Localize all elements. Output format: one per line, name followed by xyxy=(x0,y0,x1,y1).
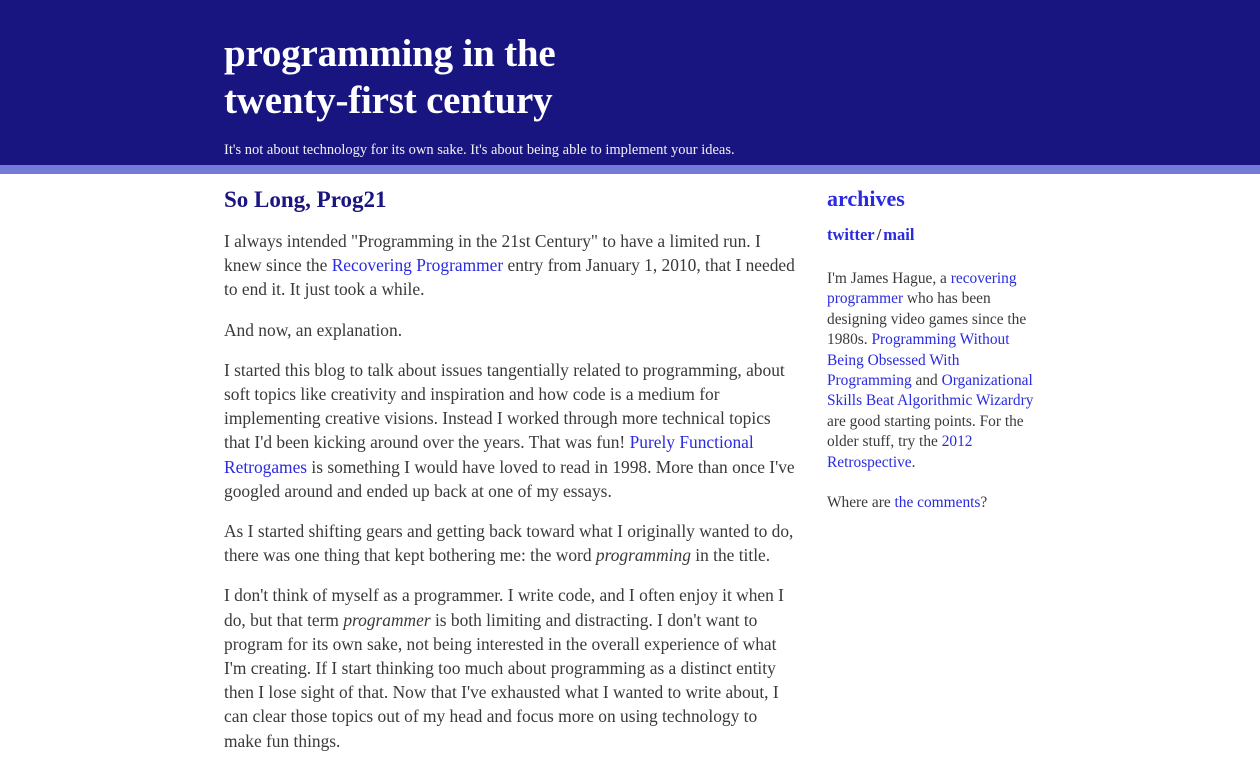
link-archives[interactable]: archives xyxy=(827,186,905,211)
article-paragraph-2: And now, an explanation. xyxy=(224,319,403,340)
link-the-comments[interactable]: the comments xyxy=(895,494,981,511)
emphasis-programmer: programmer xyxy=(343,609,431,630)
site-title-line-1: programming in the xyxy=(224,32,556,75)
paragraph-5-text-b: is both limiting and distracting. I don'… xyxy=(224,609,779,751)
sidebar-bio: I'm James Hague, a recovering programmer… xyxy=(827,269,1037,473)
emphasis-programming: programming xyxy=(595,545,691,566)
article-paragraph-5: I don't think of myself as a programmer.… xyxy=(224,583,796,752)
article-paragraph-4: As I started shifting gears and getting … xyxy=(224,519,796,567)
link-mail[interactable]: mail xyxy=(883,225,914,244)
bio-text-e: . xyxy=(911,453,916,471)
bio-text-c: and xyxy=(911,372,942,390)
link-twitter[interactable]: twitter xyxy=(827,225,875,244)
paragraph-4-text-b: in the title. xyxy=(690,545,771,566)
comments-text-a: Where are xyxy=(827,494,895,512)
site-tagline: It's not about technology for its own sa… xyxy=(224,142,735,158)
sidebar-column: archives twitter / mail I'm James Hague, a… xyxy=(827,187,1037,527)
article-paragraph-1: I always intended "Programming in the 21… xyxy=(224,229,796,302)
site-title-line-2: twenty-first century xyxy=(224,79,553,122)
link-recovering-programmer[interactable]: Recovering Programmer xyxy=(332,255,503,275)
sidebar-comments-note: Where are the comments? xyxy=(827,493,1037,513)
page-title: So Long, Prog21 xyxy=(224,187,387,212)
site-header: programming in the twenty-first century … xyxy=(0,0,1260,165)
site-title: programming in the twenty-first century xyxy=(224,30,644,124)
article-paragraph-3: I started this blog to talk about issues… xyxy=(224,358,796,503)
header-accent-band xyxy=(0,165,1260,174)
sidebar-social-links: twitter / mail xyxy=(827,225,1037,245)
link-separator: / xyxy=(876,225,882,244)
bio-text-a: I'm James Hague, a xyxy=(827,270,951,287)
paragraph-3-text-b: is something I would have loved to read … xyxy=(224,456,795,501)
article-column: So Long, Prog21 I always intended "Progr… xyxy=(224,187,796,769)
bio-text-d: are good starting points. For the older … xyxy=(827,412,1024,451)
comments-text-b: ? xyxy=(980,494,988,512)
sidebar-heading-archives: archives xyxy=(827,187,1037,211)
site-header-inner: programming in the twenty-first century … xyxy=(0,0,1260,159)
